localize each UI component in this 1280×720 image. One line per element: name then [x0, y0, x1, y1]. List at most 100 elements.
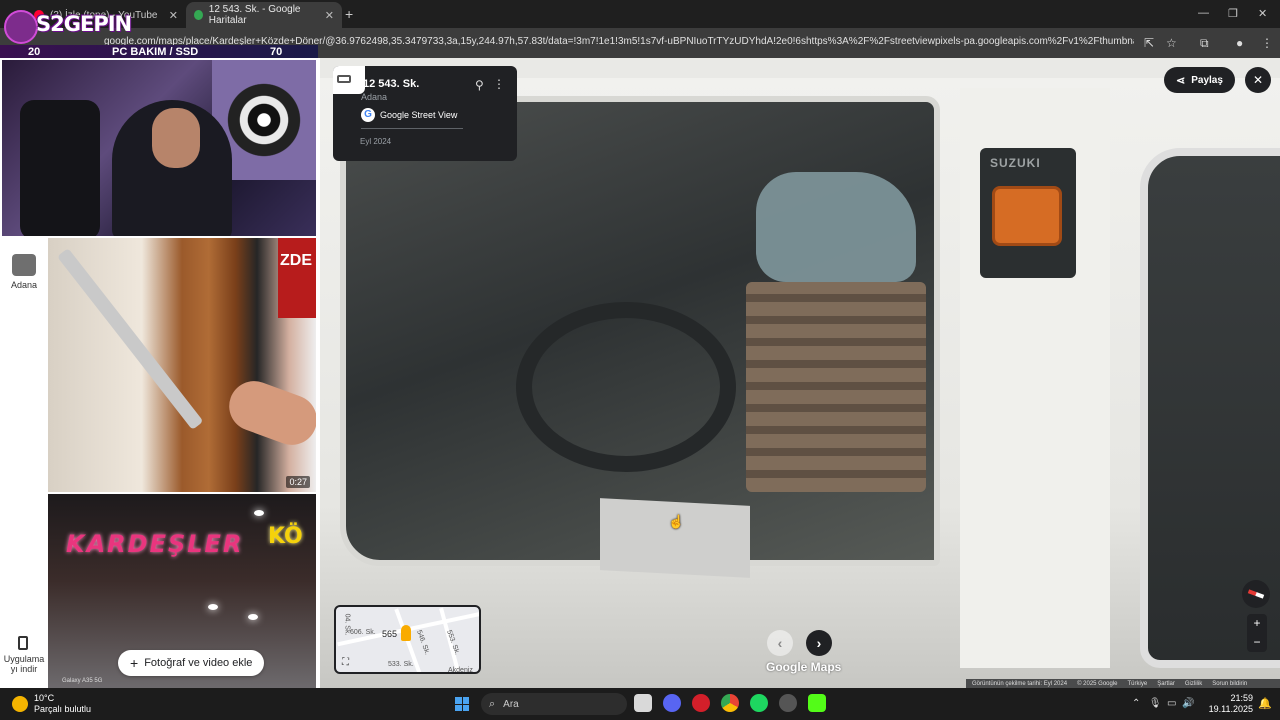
minimize-button[interactable]: —: [1198, 7, 1209, 19]
sponsor-left-number: 20: [28, 46, 41, 58]
new-tab-button[interactable]: +: [345, 6, 353, 22]
gaming-chair: [20, 100, 100, 236]
footer-country[interactable]: Türkiye: [1128, 681, 1148, 687]
steering-wheel: [516, 302, 736, 472]
turn-signal-housing: SUZUKI: [980, 148, 1076, 278]
map-label: 565: [382, 629, 398, 639]
browser-tab-bar: (3) İzle (tone) - YouTube ✕ 12 543. Sk. …: [0, 0, 1280, 28]
maximize-button[interactable]: ❐: [1228, 7, 1238, 20]
network-icon[interactable]: ▭: [1167, 698, 1176, 709]
streamer-face: [152, 108, 200, 168]
windows-taskbar: 10°C Parçalı bulutlu ⌕ Ara ⌃ 🎙 ▭ 🔊 21:59…: [0, 688, 1280, 720]
task-view-icon[interactable]: [634, 694, 652, 712]
place-sidebar: Adana Uygulama yı indir: [0, 238, 48, 688]
weather-widget[interactable]: 10°C Parçalı bulutlu: [12, 693, 91, 715]
knife: [56, 248, 204, 430]
close-tab-icon[interactable]: ✕: [325, 9, 334, 22]
search-icon: ⌕: [489, 697, 496, 710]
ceiling-lamp: [248, 614, 258, 620]
share-label: Paylaş: [1191, 74, 1223, 86]
sponsor-text: PC BAKIM / SSD: [112, 46, 199, 58]
close-street-view-button[interactable]: ✕: [1245, 67, 1271, 93]
doner-video-thumbnail[interactable]: ZDE 0:27: [48, 238, 316, 492]
extensions-icon[interactable]: ⧉: [1200, 36, 1209, 51]
capture-date[interactable]: Eyl 2024: [360, 137, 391, 146]
place-thumbnail[interactable]: [12, 254, 36, 276]
shop-sign: ZDE: [278, 238, 316, 318]
search-placeholder: Ara: [503, 698, 519, 710]
kick-icon[interactable]: [808, 694, 826, 712]
phone-icon[interactable]: [18, 636, 28, 650]
chrome-icon[interactable]: [721, 694, 739, 712]
weather-condition: Parçalı bulutlu: [34, 704, 92, 714]
footer-report[interactable]: Sorun bildirin: [1212, 681, 1247, 687]
streamer-logo: S2GEPIN: [4, 6, 132, 46]
map-label: 606. Sk.: [350, 629, 376, 636]
keyboard-icon[interactable]: [333, 66, 365, 94]
minimap[interactable]: 04. Sk. 606. Sk. 565 546. Sk. 553. Sk. 5…: [334, 605, 481, 674]
close-window-button[interactable]: ✕: [1258, 7, 1267, 20]
discord-icon[interactable]: [663, 694, 681, 712]
profile-avatar[interactable]: ●: [1236, 36, 1243, 50]
zoom-out-button[interactable]: −: [1247, 633, 1267, 652]
zoom-in-button[interactable]: +: [1247, 614, 1267, 633]
browser-menu-icon[interactable]: ⋮: [1261, 36, 1273, 50]
tab-google-maps[interactable]: 12 543. Sk. - Google Haritalar ✕: [186, 2, 342, 28]
plus-icon: +: [130, 655, 139, 671]
steam-icon[interactable]: [779, 694, 797, 712]
storefront-photo[interactable]: KARDEŞLER KÖ Galaxy A35 5G + Fotoğraf ve…: [48, 494, 316, 688]
logo-text: S2GEPIN: [36, 12, 132, 36]
clock[interactable]: 21:59 19.11.2025: [1205, 693, 1253, 715]
street-view-info-card: 12 543. Sk. Adana ⚲ ⋮ G Google Street Vi…: [333, 66, 517, 161]
opera-icon[interactable]: [692, 694, 710, 712]
map-label: 546. Sk.: [415, 629, 431, 656]
system-tray: ⌃ 🎙 ▭ 🔊: [1132, 698, 1194, 709]
place-label[interactable]: Adana: [0, 280, 48, 290]
location-pin-icon[interactable]: ⚲: [475, 78, 484, 92]
bookmark-star-icon[interactable]: ☆: [1166, 36, 1177, 50]
compass-icon[interactable]: [1242, 580, 1270, 608]
start-button[interactable]: [455, 697, 469, 711]
footer-copyright: © 2025 Google: [1077, 680, 1118, 687]
compass-needle: [1247, 589, 1265, 599]
close-tab-icon[interactable]: ✕: [169, 9, 178, 22]
neon-sign: KARDEŞLER: [66, 530, 244, 558]
google-icon: G: [361, 108, 375, 122]
camera-caption: Galaxy A35 5G: [62, 678, 103, 684]
share-button[interactable]: ⋖ Paylaş: [1164, 67, 1235, 93]
download-app-link[interactable]: Uygulama yı indir: [0, 654, 48, 674]
footer-terms[interactable]: Şartlar: [1157, 681, 1175, 687]
install-icon[interactable]: ⇱: [1144, 36, 1154, 50]
sponsor-bar: 20 PC BAKIM / SSD 70: [0, 45, 318, 59]
microphone-icon[interactable]: 🎙: [1149, 698, 1162, 709]
hand-cursor-icon: ☝: [668, 514, 685, 529]
spotify-icon[interactable]: [750, 694, 768, 712]
expand-map-icon[interactable]: ⛶: [342, 657, 349, 668]
taskbar-search[interactable]: ⌕ Ara: [481, 693, 627, 715]
video-duration: 0:27: [286, 476, 310, 488]
tab-label: 12 543. Sk. - Google Haritalar: [208, 4, 301, 26]
zoom-control: + −: [1247, 614, 1267, 652]
google-maps-logo: Google Maps: [766, 660, 842, 674]
map-label: Akdeniz: [448, 667, 473, 674]
location-title: 12 543. Sk.: [363, 78, 420, 90]
temperature: 10°C: [34, 693, 55, 703]
map-footer: Görüntünün çekilme tarihi: Eyl 2024 © 20…: [966, 679, 1280, 688]
time: 21:59: [1230, 693, 1253, 703]
previous-arrow[interactable]: ‹: [767, 630, 793, 656]
van-window: [340, 96, 940, 578]
ceiling-lamp: [254, 510, 264, 516]
footer-capture-date: Görüntünün çekilme tarihi: Eyl 2024: [972, 680, 1068, 687]
notification-bell-icon[interactable]: 🔔: [1258, 697, 1272, 710]
pegman-icon[interactable]: [401, 625, 411, 641]
volume-icon[interactable]: 🔊: [1182, 698, 1194, 709]
blurred-plate: [600, 498, 750, 578]
source-text: Google Street View: [380, 110, 458, 120]
add-photo-button[interactable]: + Fotoğraf ve video ekle: [118, 650, 265, 676]
neon-sign-2: KÖ: [268, 524, 303, 549]
footer-privacy[interactable]: Gizlilik: [1185, 681, 1202, 687]
show-hidden-icons[interactable]: ⌃: [1132, 698, 1140, 709]
next-arrow[interactable]: ›: [806, 630, 832, 656]
sponsor-right-number: 70: [270, 46, 283, 58]
more-options-icon[interactable]: ⋮: [493, 77, 505, 91]
